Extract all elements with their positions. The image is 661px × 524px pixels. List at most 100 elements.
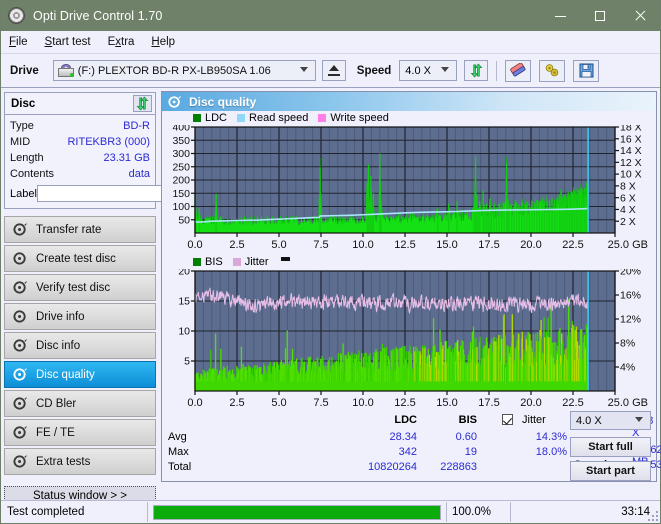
close-icon	[634, 10, 646, 22]
svg-text:7.5: 7.5	[313, 397, 328, 409]
disc-test-icon	[13, 396, 28, 410]
test-speed-select[interactable]: 4.0 X	[570, 411, 651, 430]
stats-total-bis: 228863	[440, 461, 477, 473]
svg-text:12%: 12%	[620, 314, 641, 326]
stats-avg-jitter: 14.3%	[535, 431, 567, 443]
disc-test-icon	[13, 338, 28, 352]
sidebar-item-drive-info[interactable]: Drive info	[4, 303, 156, 330]
start-part-button[interactable]: Start part	[570, 461, 651, 481]
svg-text:5.0: 5.0	[271, 239, 286, 251]
legend-swatch-jitter	[232, 258, 241, 266]
disc-test-icon	[13, 310, 26, 323]
legend-swatch-bis	[193, 258, 201, 266]
test-speed-value: 4.0 X	[576, 414, 602, 427]
svg-text:22.5: 22.5	[562, 239, 583, 251]
disc-row-key: Type	[10, 120, 34, 132]
legend-label-bis: BIS	[205, 256, 223, 268]
svg-text:350: 350	[172, 135, 190, 147]
stats-row-label-total: Total	[168, 461, 192, 473]
refresh-icon	[136, 96, 149, 111]
start-full-button[interactable]: Start full	[570, 437, 651, 457]
disc-row-contents: Contents data	[10, 166, 150, 182]
maximize-icon	[595, 11, 605, 21]
svg-text:8%: 8%	[620, 338, 635, 350]
stats-max-bis: 19	[464, 446, 477, 458]
svg-text:22.5: 22.5	[562, 397, 583, 409]
stats-avg-ldc: 28.34	[389, 431, 417, 443]
close-button[interactable]	[620, 1, 660, 31]
svg-text:4 X: 4 X	[620, 204, 636, 216]
sidebar-item-cd-bler[interactable]: CD Bler	[4, 390, 156, 417]
checkbox-icon	[502, 414, 513, 425]
disc-row-key: Contents	[10, 168, 55, 180]
menu-file[interactable]: File	[9, 36, 28, 48]
svg-text:18 X: 18 X	[620, 125, 642, 134]
status-text: Test completed	[7, 506, 85, 518]
stats-total-ldc: 10820264	[368, 461, 417, 473]
sidebar-item-label: Create test disc	[36, 252, 116, 265]
svg-text:5: 5	[184, 356, 190, 368]
sidebar-item-disc-info[interactable]: Disc info	[4, 332, 156, 359]
disc-quality-icon	[13, 367, 28, 381]
sidebar-item-fe-te[interactable]: FE / TE	[4, 419, 156, 446]
svg-text:17.5: 17.5	[478, 239, 499, 251]
disc-quality-box: Disc quality LDC Read speed Write speed …	[161, 91, 661, 482]
window-title: Opti Drive Control 1.70	[33, 9, 163, 23]
eraser-icon	[510, 63, 526, 77]
menu-help[interactable]: Help	[151, 36, 175, 48]
disc-row-value: RITEKBR3 (000)	[67, 136, 150, 148]
eject-icon	[327, 65, 340, 76]
minimize-button[interactable]	[540, 1, 580, 31]
menu-extra[interactable]: Extra	[108, 36, 135, 48]
title-bar: Opti Drive Control 1.70	[1, 1, 660, 31]
svg-text:2.5: 2.5	[229, 397, 244, 409]
drive-select-value: (F:) PLEXTOR BD-R PX-LB950SA 1.06	[77, 64, 271, 77]
refresh-icon	[470, 63, 483, 78]
sidebar-item-label: Disc quality	[36, 368, 95, 381]
svg-text:15.0: 15.0	[436, 397, 457, 409]
sidebar-item-label: Disc info	[36, 339, 81, 352]
sidebar-item-transfer-rate[interactable]: Transfer rate	[4, 216, 156, 243]
save-button[interactable]	[573, 59, 600, 82]
disc-row-length: Length 23.31 GB	[10, 150, 150, 166]
svg-text:16%: 16%	[620, 290, 641, 302]
sidebar-item-create-test-disc[interactable]: Create test disc	[4, 245, 156, 272]
sidebar-item-disc-quality[interactable]: Disc quality	[4, 361, 156, 388]
menu-start-test[interactable]: Start test	[45, 36, 91, 48]
drive-label: Drive	[10, 64, 39, 77]
eject-button[interactable]	[321, 60, 346, 81]
sidebar-item-extra-tests[interactable]: Extra tests	[4, 448, 156, 475]
svg-text:6 X: 6 X	[620, 192, 636, 204]
stats-avg-bis: 0.60	[455, 431, 477, 443]
svg-text:0.0: 0.0	[187, 239, 202, 251]
maximize-button[interactable]	[580, 1, 620, 31]
refresh-button[interactable]	[464, 60, 489, 81]
stats-max-ldc: 342	[398, 446, 417, 458]
disc-row-key: MID	[10, 136, 31, 148]
drive-select[interactable]: (F:) PLEXTOR BD-R PX-LB950SA 1.06	[52, 60, 316, 81]
sidebar-item-label: Extra tests	[36, 455, 91, 468]
sidebar-item-label: Drive info	[36, 310, 85, 323]
disc-rows: Type BD-R MID RITEKBR3 (000) Length 23.3…	[5, 115, 240, 208]
svg-text:300: 300	[172, 148, 190, 160]
legend-label-ldc: LDC	[205, 112, 228, 124]
svg-text:10 X: 10 X	[620, 169, 642, 181]
svg-text:12.5: 12.5	[394, 397, 415, 409]
disc-refresh-button[interactable]	[133, 95, 152, 112]
svg-text:25.0 GB: 25.0 GB	[608, 397, 648, 409]
svg-text:4%: 4%	[620, 362, 635, 374]
erase-button[interactable]	[505, 59, 532, 82]
speed-select[interactable]: 4.0 X	[399, 60, 458, 81]
menu-bar: File Start test Extra Help	[1, 31, 660, 54]
svg-text:16 X: 16 X	[620, 133, 642, 145]
svg-text:20.0: 20.0	[520, 239, 541, 251]
app-window: Opti Drive Control 1.70 File Start test …	[0, 0, 661, 524]
toolbar-divider	[496, 60, 498, 81]
sidebar-item-verify-test-disc[interactable]: Verify test disc	[4, 274, 156, 301]
ldc-plot: 501001502002503003504002 X4 X6 X8 X10 X1…	[172, 125, 648, 251]
legend-label-write-speed: Write speed	[330, 112, 389, 124]
tools-button[interactable]	[539, 59, 566, 82]
jitter-checkbox[interactable]	[502, 414, 513, 426]
resize-grip[interactable]	[648, 511, 658, 521]
app-disc-icon	[8, 7, 26, 25]
